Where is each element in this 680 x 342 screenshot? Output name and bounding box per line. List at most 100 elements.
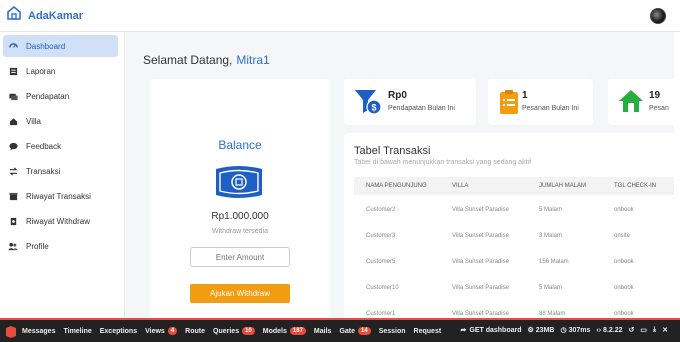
cell-nights: 5 Malam <box>539 285 563 291</box>
brand-name: AdaKamar <box>28 9 84 22</box>
withdraw-amount-input[interactable] <box>190 247 290 267</box>
table-row[interactable]: Customer1 Villa Sunset Paradise 88 Malam… <box>354 301 674 318</box>
svg-text:$: $ <box>371 103 376 113</box>
user-name: Mitra1 <box>236 53 270 67</box>
stat-value: 1 <box>522 90 528 101</box>
debug-tab-exceptions[interactable]: Exceptions <box>100 328 137 335</box>
cell-checkin: onsite <box>614 233 631 239</box>
debug-tab-views[interactable]: Views 4 <box>145 327 178 335</box>
balance-amount: Rp1.000.000 <box>211 211 269 222</box>
cell-checkin: onbook <box>614 259 634 265</box>
sidebar-item-label: Pendapatan <box>26 91 70 101</box>
cell-villa: Villa Sunset Paradise <box>452 233 509 239</box>
table-title: Tabel Transaksi <box>354 145 431 157</box>
cell-villa: Villa Sunset Paradise <box>452 259 509 265</box>
cell-visitor: Customer2 <box>366 207 396 213</box>
code-icon: ‹› <box>596 326 602 334</box>
sidebar-item-dashboard[interactable]: Dashboard <box>3 35 118 57</box>
stat-card-orders: 1 Pesanan Bulan Ini <box>488 79 593 125</box>
debug-tab-request[interactable]: Request <box>414 328 442 335</box>
sidebar-item-pendapatan[interactable]: Pendapatan <box>3 85 118 107</box>
sidebar-item-label: Dashboard <box>26 41 66 51</box>
sidebar-item-villa[interactable]: Villa <box>3 110 118 132</box>
debug-close-icon[interactable]: ✕ <box>662 326 668 334</box>
filter-dollar-icon: $ <box>354 89 382 120</box>
debug-bar: Messages Timeline Exceptions Views 4 Rout… <box>0 318 680 342</box>
debug-tab-models[interactable]: Models 187 <box>263 327 306 335</box>
table-row[interactable]: Customer10 Villa Sunset Paradise 5 Malam… <box>354 275 674 301</box>
column-header: JUMLAH MALAM <box>539 183 587 189</box>
column-header: TGL CHECK-IN <box>614 183 657 189</box>
sidebar-item-feedback[interactable]: Feedback <box>3 135 118 157</box>
debug-tab-messages[interactable]: Messages <box>22 328 55 335</box>
column-header: VILLA <box>452 183 469 189</box>
debug-tab-gate[interactable]: Gate 14 <box>339 327 371 335</box>
cell-checkin: onbook <box>614 311 634 317</box>
users-icon <box>8 241 18 251</box>
stat-card-income: $ Rp0 Pendapatan Bulan Ini <box>344 79 476 125</box>
table-row[interactable]: Customer3 Villa Sunset Paradise 3 Malam … <box>354 223 674 249</box>
sidebar-item-laporan[interactable]: Laporan <box>3 60 118 82</box>
share-icon: ➦ <box>460 327 467 334</box>
debug-tab-route[interactable]: Route <box>185 328 205 335</box>
balance-title: Balance <box>218 138 262 152</box>
sidebar-item-label: Transaksi <box>26 166 61 176</box>
debug-tab-mails[interactable]: Mails <box>314 328 332 335</box>
sidebar-item-riwayat-withdraw[interactable]: Riwayat Withdraw <box>3 210 118 232</box>
table-row[interactable]: Customer5 Villa Sunset Paradise 156 Mala… <box>354 249 674 275</box>
top-navbar: AdaKamar <box>0 0 680 32</box>
transaction-icon <box>8 166 18 176</box>
cell-visitor: Customer1 <box>366 311 396 317</box>
sidebar-item-label: Profile <box>26 241 49 251</box>
cell-visitor: Customer10 <box>366 285 399 291</box>
cell-visitor: Customer5 <box>366 259 396 265</box>
sidebar-item-profile[interactable]: Profile <box>3 235 118 257</box>
cell-checkin: onbook <box>614 207 634 213</box>
debug-memory: ⚙ 23MB <box>527 326 555 335</box>
sidebar-item-label: Riwayat Withdraw <box>26 216 91 226</box>
money-bill-icon <box>212 163 266 206</box>
debug-request-route[interactable]: ➦ GET dashboard <box>460 326 522 335</box>
house-logo-icon <box>6 5 22 26</box>
cell-villa: Villa Sunset Paradise <box>452 311 509 317</box>
table-row[interactable]: Customer2 Villa Sunset Paradise 5 Malam … <box>354 197 674 223</box>
debug-folder-icon[interactable]: ▭ <box>640 326 647 334</box>
debug-php-version: ‹› 8.2.22 <box>596 326 623 334</box>
cell-nights: 88 Malam <box>539 311 566 317</box>
brand-logo[interactable]: AdaKamar <box>6 5 83 26</box>
sidebar-item-label: Feedback <box>26 141 62 151</box>
debug-history-icon[interactable]: ↺ <box>629 326 635 334</box>
stat-label: Pesan <box>649 105 669 112</box>
debug-metrics: ➦ GET dashboard ⚙ 23MB ◷ 307ms ‹› 8.2.22 ↺ ▭… <box>461 326 675 334</box>
withdraw-icon <box>8 216 18 226</box>
debugbar-logo-icon[interactable] <box>5 325 17 338</box>
debug-tab-queries[interactable]: Queries 10 <box>213 327 255 335</box>
user-avatar[interactable] <box>650 8 666 24</box>
house-icon <box>618 89 644 118</box>
report-icon <box>8 66 18 76</box>
debug-tab-timeline[interactable]: Timeline <box>63 328 91 335</box>
withdraw-button[interactable]: Ajukan Withdraw <box>190 284 290 303</box>
stat-value: Rp0 <box>388 90 407 101</box>
sidebar-item-riwayat-transaksi[interactable]: Riwayat Transaksi <box>3 185 118 207</box>
clipboard-icon <box>498 89 520 120</box>
stat-label: Pendapatan Bulan Ini <box>388 105 455 112</box>
count-badge: 10 <box>242 327 255 335</box>
balance-subtitle: Withdraw tersedia <box>211 228 269 235</box>
cell-nights: 156 Malam <box>539 259 569 265</box>
greeting-text: Selamat Datang, <box>143 53 233 67</box>
debug-minimize-icon[interactable]: ⤓ <box>653 326 656 334</box>
sidebar-item-transaksi[interactable]: Transaksi <box>3 160 118 182</box>
debug-tab-session[interactable]: Session <box>379 328 406 335</box>
debug-time: ◷ 307ms <box>560 326 591 335</box>
cell-villa: Villa Sunset Paradise <box>452 207 509 213</box>
stat-label: Pesanan Bulan Ini <box>522 105 579 112</box>
count-badge: 187 <box>289 327 306 335</box>
stat-value: 19 <box>649 90 661 101</box>
page-title: Selamat Datang, Mitra1 <box>143 53 270 67</box>
cell-checkin: onbook <box>614 285 634 291</box>
cell-nights: 3 Malam <box>539 233 563 239</box>
table-header: NAMA PENGUNJUNG VILLA JUMLAH MALAM TGL C… <box>354 177 674 195</box>
sidebar-item-label: Laporan <box>26 66 56 76</box>
cell-visitor: Customer3 <box>366 233 396 239</box>
